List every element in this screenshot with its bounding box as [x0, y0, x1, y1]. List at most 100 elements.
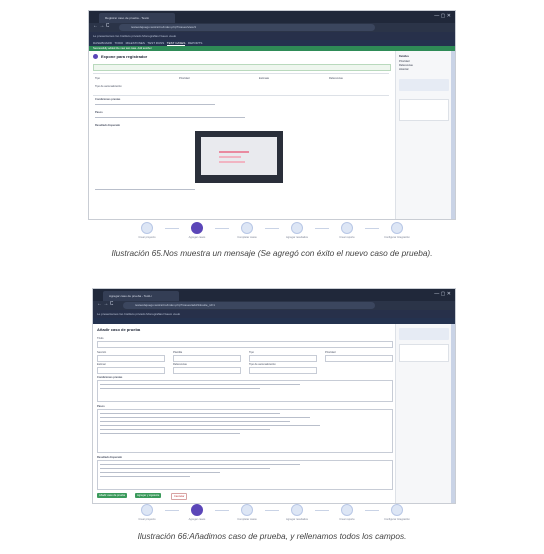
screenshot-fig65: Registrar caso de prueba - TestLi — ▢ ✕ … [88, 10, 456, 220]
label-estimate: Estimate [259, 77, 270, 80]
workflow-steps-2: Crear proyecto Agregar casos Completar c… [0, 504, 544, 521]
workflow-step[interactable]: Agregar resultados [279, 222, 315, 239]
case-icon [93, 54, 98, 59]
sidebar-card [399, 344, 449, 362]
step-icon [241, 222, 253, 234]
label-preconditions: Condiciones previas [95, 98, 121, 101]
sidebar-card [399, 328, 449, 340]
browser-tab[interactable]: Agregar caso de prueba - TestLi [103, 291, 179, 301]
info-box [93, 64, 391, 71]
label-steps: Pasos [97, 405, 105, 408]
scrollbar[interactable] [451, 51, 455, 219]
workflow-step[interactable]: Agregar resultados [279, 504, 315, 521]
right-sidebar: Detalles Prioridad Referencias Historial [395, 51, 452, 219]
sidebar-item[interactable]: Prioridad [399, 60, 449, 63]
sidebar-item[interactable]: Historial [399, 68, 449, 71]
address-bar-row: ← → C testeodejuego.testrail.io/index.ph… [93, 301, 455, 310]
add-case-button[interactable]: Añadir caso de prueba [97, 493, 128, 498]
sidebar-item[interactable]: Referencias [399, 64, 449, 67]
workflow-step[interactable]: Completar casos [229, 222, 265, 239]
step-icon [341, 222, 353, 234]
workflow-step[interactable]: Crear proyecto [129, 222, 165, 239]
label-references: Referencias [329, 77, 343, 80]
type-select[interactable] [249, 355, 317, 362]
url-input[interactable]: testeodejuego.testrail.io/index.php?/cas… [123, 302, 375, 309]
step-icon [191, 504, 203, 516]
label-steps: Pasos [95, 111, 103, 114]
sidebar-card [399, 99, 449, 121]
workflow-step[interactable]: Crear proyecto [129, 504, 165, 521]
label-template: Plantilla [173, 351, 183, 354]
nav-item[interactable]: MILESTONES [126, 41, 145, 45]
cancel-button[interactable]: Cancelar [171, 493, 188, 500]
label-automation: Tipo de automatización [95, 85, 122, 88]
workflow-step[interactable]: Agregar casos [179, 222, 215, 239]
workflow-step[interactable]: Crear reporte [329, 504, 365, 521]
sidebar-title: Detalles [399, 55, 409, 58]
template-select[interactable] [173, 355, 241, 362]
nav-item[interactable]: TEST RUNS [147, 41, 164, 45]
label-section: Sección [97, 351, 107, 354]
step-icon [291, 222, 303, 234]
title-input[interactable] [97, 341, 393, 348]
estimate-input[interactable] [97, 367, 165, 374]
add-next-button[interactable]: Agregar y siguiente [135, 493, 162, 498]
step-icon [291, 504, 303, 516]
references-input[interactable] [173, 367, 241, 374]
label-priority: Prioridad [325, 351, 336, 354]
step-icon [241, 504, 253, 516]
label-type: Tipo [95, 77, 100, 80]
caption-fig65: Ilustración 65.Nos muestra un mensaje (S… [111, 248, 433, 258]
step-icon [141, 504, 153, 516]
browser-tabbar: Agregar caso de prueba - TestLi — ▢ ✕ [93, 289, 455, 301]
label-priority: Prioridad [179, 77, 190, 80]
step-icon [341, 504, 353, 516]
section-select[interactable] [97, 355, 165, 362]
case-detail: Expone para registrador Tipo Prioridad E… [89, 51, 395, 219]
label-references: Referencias [173, 363, 187, 366]
step-icon [141, 222, 153, 234]
step-icon [391, 222, 403, 234]
right-sidebar [395, 324, 452, 503]
label-type: Tipo [249, 351, 254, 354]
nav-item[interactable]: DASHBOARD [93, 41, 112, 45]
label-automation: Tipo de automatización [249, 363, 276, 366]
window-controls[interactable]: — ▢ ✕ [434, 13, 451, 19]
workflow-step[interactable]: Agregar casos [179, 504, 215, 521]
attachment-preview[interactable] [195, 131, 283, 183]
caption-fig66: Ilustración 66:Añadimos caso de prueba, … [137, 531, 407, 541]
step-icon [391, 504, 403, 516]
nav-arrows-icon[interactable]: ← → C [97, 301, 113, 307]
screenshot-fig66: Agregar caso de prueba - TestLi — ▢ ✕ ← … [92, 288, 456, 504]
browser-tab[interactable]: Registrar caso de prueba - TestLi [99, 13, 175, 23]
case-title: Expone para registrador [101, 54, 148, 59]
workflow-step[interactable]: Completar casos [229, 504, 265, 521]
priority-select[interactable] [325, 355, 393, 362]
label-estimate: Estimar [97, 363, 106, 366]
scrollbar[interactable] [451, 324, 455, 503]
workflow-steps-1: Crear proyecto Agregar casos Completar c… [0, 222, 544, 239]
nav-arrows-icon[interactable]: ← → C [93, 23, 109, 29]
label-expected: Resultado Esperado [95, 124, 121, 127]
label-preconditions: Condiciones previas [97, 376, 123, 379]
browser-tabbar: Registrar caso de prueba - TestLi — ▢ ✕ [89, 11, 455, 23]
label-expected: Resultado Esperado [97, 456, 123, 459]
nav-item[interactable]: TODO [114, 41, 123, 45]
url-input[interactable]: testeodejuego.testrail.io/index.php?/cas… [119, 24, 375, 31]
workflow-step[interactable]: Crear reporte [329, 222, 365, 239]
bookmarks-bar[interactable]: Le presentamos Go Instituto privado Mono… [93, 310, 455, 318]
step-icon [191, 222, 203, 234]
nav-item[interactable]: REPORTS [188, 41, 202, 45]
window-controls[interactable]: — ▢ ✕ [434, 291, 451, 297]
add-case-form: Añadir caso de prueba Título Sección Pla… [93, 324, 395, 503]
nav-item-active[interactable]: TEST CASES [166, 41, 186, 46]
automation-select[interactable] [249, 367, 317, 374]
bookmarks-bar[interactable]: Le presentamos Go Instituto privado Mono… [89, 32, 455, 40]
sidebar-card [399, 79, 449, 91]
address-bar-row: ← → C testeodejuego.testrail.io/index.ph… [89, 23, 455, 32]
workflow-step[interactable]: Configurar Integración [379, 504, 415, 521]
workflow-step[interactable]: Configurar Integración [379, 222, 415, 239]
steps-textarea[interactable] [97, 409, 393, 453]
label-title: Título [97, 337, 104, 340]
page-title: Añadir caso de prueba [97, 327, 141, 332]
